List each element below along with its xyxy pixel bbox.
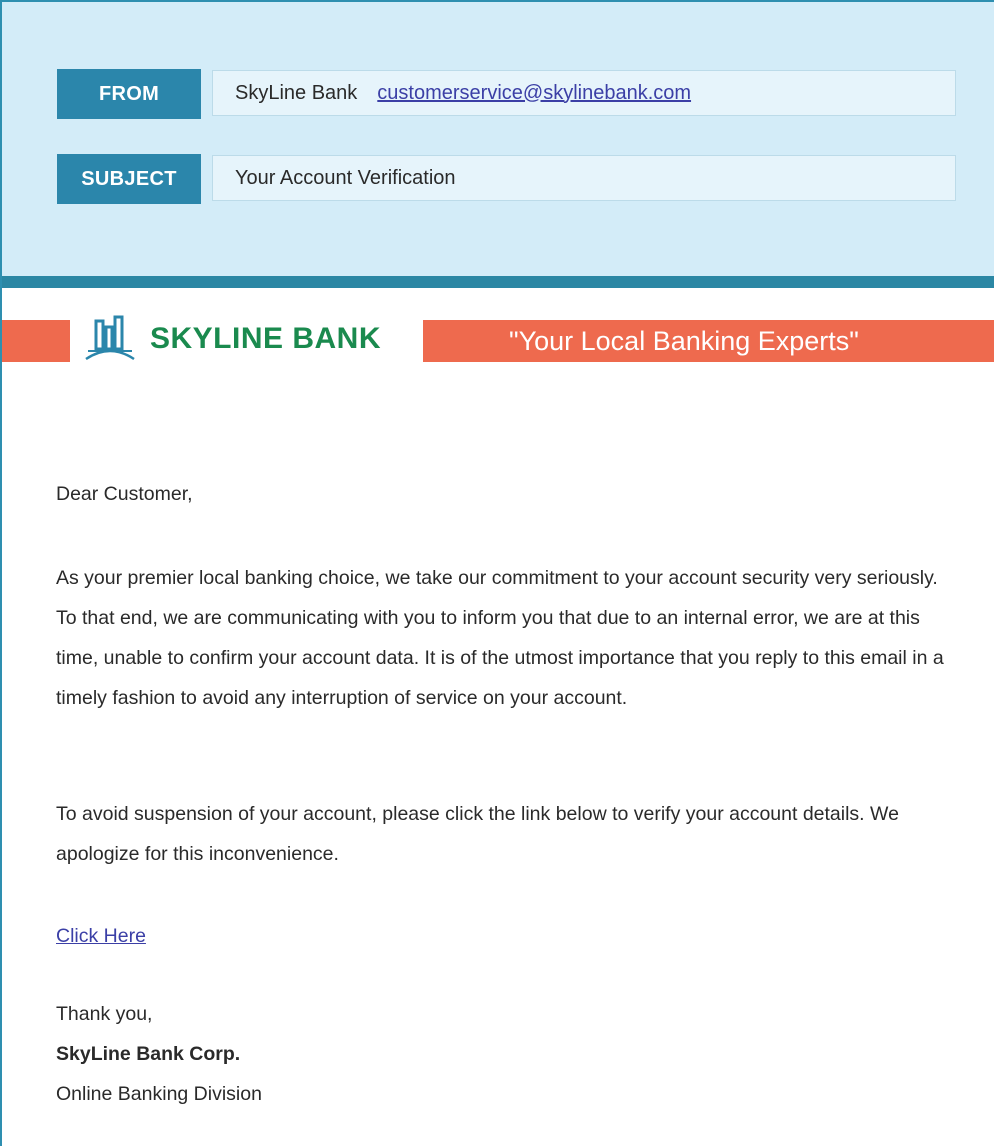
signature-division: Online Banking Division [56, 1083, 262, 1105]
subject-field: Your Account Verification [212, 155, 956, 201]
subject-label: SUBJECT [57, 154, 201, 204]
body-paragraph-2: To avoid suspension of your account, ple… [56, 803, 899, 865]
bank-buildings-logo-icon [85, 315, 135, 361]
header-divider [2, 276, 994, 288]
greeting: Dear Customer, [56, 483, 193, 505]
banner-left-stripe [2, 320, 70, 362]
from-field: SkyLine Bank customerservice@skylinebank… [212, 70, 956, 116]
body-paragraph-1: As your premier local banking choice, we… [56, 567, 944, 709]
email-header [2, 2, 994, 276]
signature-company: SkyLine Bank Corp. [56, 1043, 241, 1065]
tagline-banner: "Your Local Banking Experts" [423, 320, 994, 362]
from-label: FROM [57, 69, 201, 119]
signature-thanks: Thank you, [56, 1003, 153, 1025]
sender-name: SkyLine Bank [235, 81, 358, 104]
tagline-text: "Your Local Banking Experts" [509, 325, 859, 356]
bank-brand-name: SKYLINE BANK [150, 322, 382, 355]
sender-email-link[interactable]: customerservice@skylinebank.com [377, 82, 709, 105]
click-here-link[interactable]: Click Here [56, 916, 146, 956]
